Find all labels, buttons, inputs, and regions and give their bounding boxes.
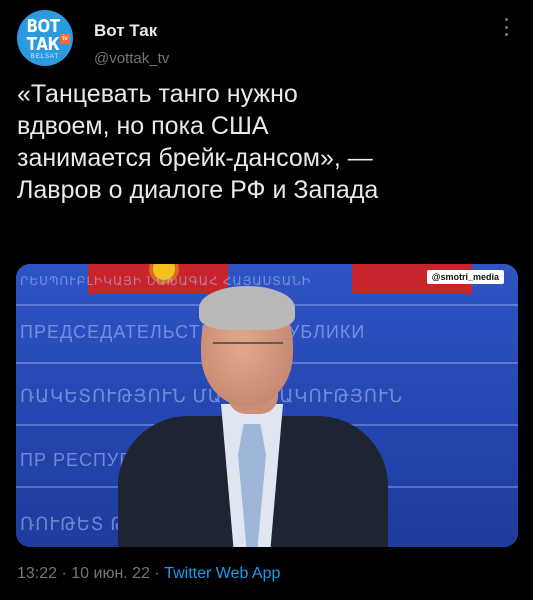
meta-separator: · (57, 565, 72, 582)
tweet-text: «Танцевать танго нужно вдвоем, но пока С… (17, 80, 379, 204)
tweet-date[interactable]: 10 июн. 22 (71, 565, 150, 582)
avatar-logo-line2: ТАК (26, 33, 60, 55)
avatar-logo-line3: BELSAT (30, 54, 60, 60)
tweet-meta: 13:22 · 10 июн. 22 · Twitter Web App (17, 565, 280, 583)
tweet-header: ВОТ ТАК tv BELSAT Вот Так @vottak_tv (17, 10, 517, 76)
speaker-glasses (213, 342, 283, 358)
tweet-source-link[interactable]: Twitter Web App (164, 565, 280, 582)
speaker-hair (199, 286, 295, 330)
media-watermark: @smotri_media (426, 270, 504, 284)
avatar[interactable]: ВОТ ТАК tv BELSAT (17, 10, 73, 66)
tweet-time[interactable]: 13:22 (17, 565, 57, 582)
wall-text: ПРЕДСЕДАТЕЛЬСТВО РЕСПУБЛИКИ (20, 322, 366, 342)
wall-text: ՐԵՍՊՈՒԲԼԻԿԱՅԻ ՆԱԽԱԳԱՀ ՀԱՅԱՍՏԱՆԻ (20, 274, 312, 288)
more-vertical-icon[interactable] (499, 18, 513, 36)
author-name[interactable]: Вот Так (94, 21, 157, 41)
avatar-logo-badge: tv (60, 34, 70, 44)
tweet-media-image[interactable]: ՐԵՍՊՈՒԲԼԻԿԱՅԻ ՆԱԽԱԳԱՀ ՀԱՅԱՍՏԱՆԻ ПРЕДСЕДА… (16, 264, 518, 547)
wall-text: ՌԱԿԵՏՈՒԹՅՈՒՆ ՄԱԿԱՐԴԱԿՈՒԹՅՈՒՆ (20, 386, 403, 406)
meta-separator: · (149, 565, 165, 582)
author-handle[interactable]: @vottak_tv (94, 50, 169, 67)
